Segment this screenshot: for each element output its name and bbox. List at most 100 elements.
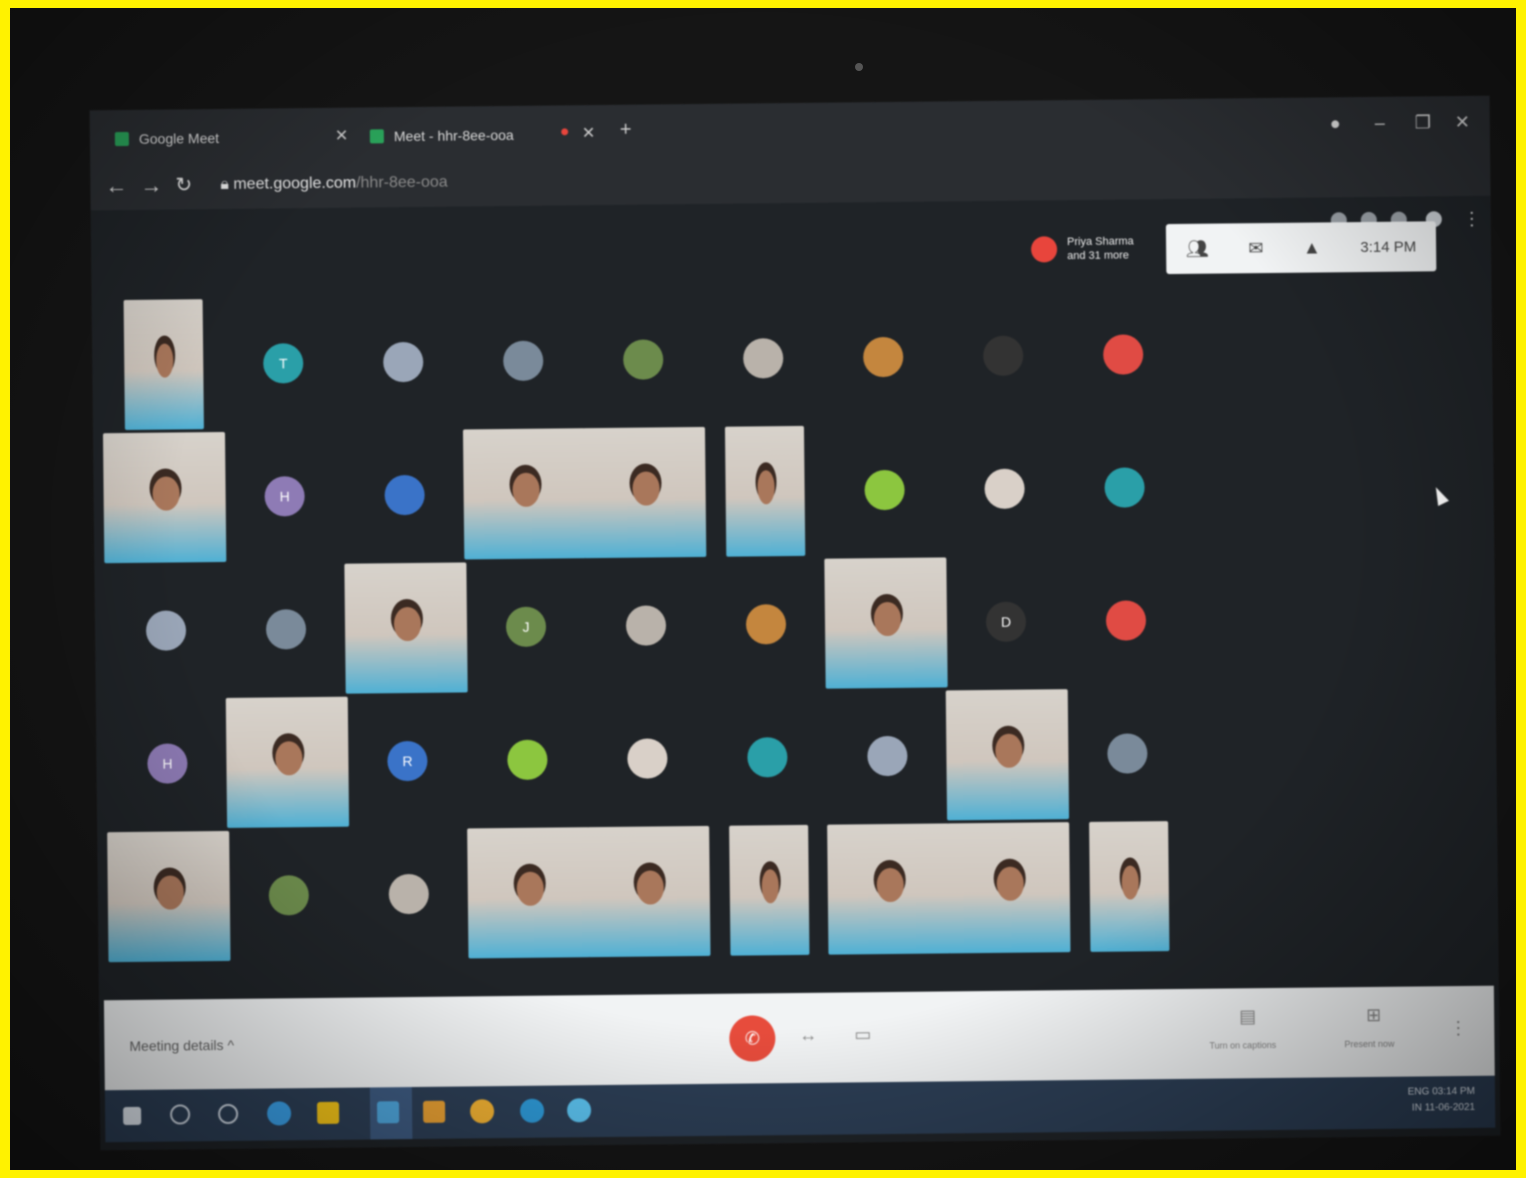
- chrome-icon[interactable]: [469, 1099, 495, 1124]
- file-explorer-icon[interactable]: [316, 1101, 340, 1125]
- participant-avatar: H: [264, 476, 305, 517]
- participant-avatar: [1104, 467, 1145, 508]
- participant-tile[interactable]: [584, 560, 707, 691]
- participant-tile[interactable]: [347, 828, 470, 959]
- participant-video: [1089, 821, 1170, 952]
- participant-tile[interactable]: [224, 564, 347, 695]
- participant-tile[interactable]: D: [944, 556, 1067, 687]
- participant-avatar: [1105, 600, 1147, 641]
- more-arrows-icon[interactable]: ↔: [799, 1025, 817, 1046]
- participant-tile[interactable]: [343, 429, 466, 560]
- participant-face: [632, 471, 660, 506]
- participant-tile[interactable]: [702, 293, 825, 424]
- participant-tile[interactable]: [1063, 422, 1186, 553]
- participant-avatar: [268, 875, 310, 916]
- participant-tile[interactable]: [467, 827, 591, 959]
- participant-tile[interactable]: [102, 431, 227, 564]
- more-options-icon[interactable]: ⋮: [1449, 1018, 1467, 1039]
- participant-avatar: [384, 474, 425, 516]
- store-icon[interactable]: [376, 1101, 400, 1124]
- restore-icon[interactable]: ❐: [1415, 112, 1431, 133]
- participant-tile[interactable]: [945, 689, 1070, 821]
- back-arrow-icon[interactable]: ←: [105, 173, 127, 199]
- participant-face: [876, 868, 904, 903]
- present-screen-icon[interactable]: ⊞: [1366, 1005, 1381, 1026]
- chat-icon[interactable]: ✉︎: [1248, 238, 1263, 259]
- meeting-details-button[interactable]: Meeting details ^: [129, 1037, 234, 1054]
- participant-tile[interactable]: [826, 690, 949, 821]
- people-icon[interactable]: 👥︎: [1186, 238, 1209, 259]
- participant-tile[interactable]: [582, 426, 707, 559]
- participant-face: [155, 343, 174, 378]
- new-tab-icon[interactable]: +: [620, 119, 632, 142]
- participant-tile[interactable]: [586, 693, 709, 824]
- vlc-icon[interactable]: [422, 1100, 446, 1123]
- windows-start-icon[interactable]: [123, 1106, 142, 1126]
- app-icon[interactable]: [519, 1098, 545, 1123]
- tab-meet-call[interactable]: Meet - hhr-8ee-ooa: [369, 118, 514, 154]
- menu-dots-icon[interactable]: ⋮: [1463, 209, 1481, 230]
- activities-icon[interactable]: ▲: [1303, 237, 1321, 258]
- participant-tile[interactable]: R: [346, 695, 469, 826]
- participant-face: [996, 866, 1024, 901]
- participant-tile[interactable]: H: [106, 698, 229, 829]
- participant-tile[interactable]: [1062, 289, 1185, 420]
- participant-video: [107, 830, 231, 963]
- participant-tile[interactable]: [704, 559, 827, 690]
- close-icon[interactable]: ✕: [335, 126, 349, 146]
- phone-hangup-icon: ✆: [744, 1027, 760, 1049]
- account-icon[interactable]: ●: [1330, 113, 1341, 134]
- edge-browser-icon[interactable]: [266, 1101, 292, 1126]
- participant-avatar: [507, 739, 548, 781]
- participant-face: [516, 871, 544, 906]
- forward-arrow-icon[interactable]: →: [140, 173, 162, 199]
- participant-tile[interactable]: [942, 290, 1065, 421]
- participant-tile[interactable]: [107, 830, 231, 963]
- participant-tile[interactable]: [947, 822, 1071, 954]
- minimize-icon[interactable]: –: [1375, 113, 1385, 134]
- participant-tile[interactable]: [827, 823, 951, 955]
- participant-tile[interactable]: [706, 692, 829, 823]
- search-icon[interactable]: [170, 1104, 191, 1125]
- chrome-blue-icon[interactable]: [566, 1098, 592, 1123]
- participant-tile[interactable]: [227, 830, 350, 961]
- close-window-icon[interactable]: ✕: [1455, 112, 1470, 133]
- cortana-icon[interactable]: [218, 1103, 239, 1125]
- url-field[interactable]: 🔒︎ meet.google.com/hhr-8ee-ooa: [220, 174, 448, 194]
- participant-tile[interactable]: [822, 291, 945, 422]
- close-icon[interactable]: ✕: [582, 123, 596, 143]
- tab-google-meet[interactable]: Google Meet: [114, 121, 220, 156]
- participant-tile[interactable]: [462, 295, 585, 426]
- participant-tile[interactable]: [462, 428, 587, 560]
- participant-video: [582, 426, 707, 559]
- participant-avatar: [747, 737, 788, 778]
- participant-tile[interactable]: [344, 562, 468, 694]
- participant-tile[interactable]: [102, 299, 225, 431]
- participant-video: [225, 696, 350, 828]
- participant-tile[interactable]: T: [222, 298, 345, 429]
- participant-tile[interactable]: [587, 825, 711, 958]
- participant-tile[interactable]: [823, 424, 946, 555]
- participant-tile[interactable]: [104, 565, 227, 696]
- laptop-frame: Google Meet ✕ Meet - hhr-8ee-ooa ● ✕ + ●…: [10, 8, 1516, 1170]
- participant-tile[interactable]: [225, 696, 350, 828]
- participant-tile[interactable]: [703, 425, 826, 557]
- participant-tile[interactable]: J: [464, 561, 587, 692]
- end-call-button[interactable]: ✆: [729, 1015, 776, 1062]
- participant-tile[interactable]: [1067, 821, 1190, 952]
- participant-tile[interactable]: [1066, 688, 1189, 819]
- reload-icon[interactable]: ↻: [175, 172, 192, 197]
- captions-icon[interactable]: ▤: [1239, 1006, 1256, 1027]
- participant-tile[interactable]: [582, 294, 705, 425]
- participant-avatar: J: [505, 606, 547, 648]
- participant-avatar: [743, 338, 784, 379]
- participant-tile[interactable]: [824, 557, 948, 689]
- participant-tile[interactable]: [466, 694, 589, 825]
- participant-tile[interactable]: [1064, 555, 1187, 686]
- presenter-name: Priya Sharma: [1066, 235, 1134, 249]
- participant-tile[interactable]: H: [223, 431, 346, 562]
- participant-tile[interactable]: [707, 824, 830, 956]
- participant-tile[interactable]: [943, 423, 1066, 554]
- participant-tile[interactable]: [342, 296, 465, 427]
- camera-off-icon[interactable]: ▭: [854, 1024, 871, 1045]
